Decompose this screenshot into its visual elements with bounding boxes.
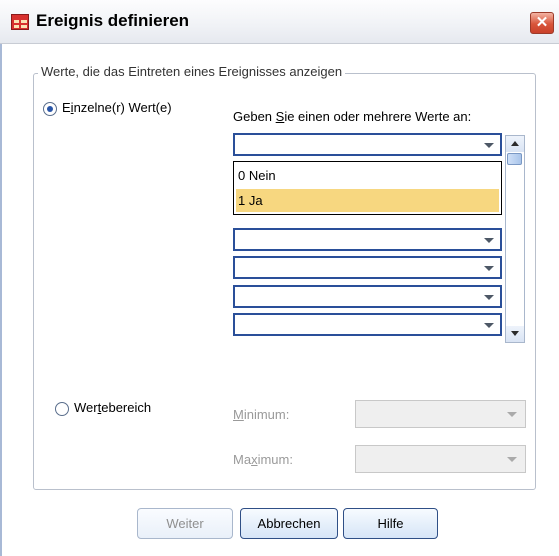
- title-bar: Ereignis definieren ✕: [0, 0, 559, 44]
- arrow-up-icon: [511, 141, 519, 146]
- scroll-up-button[interactable]: [506, 136, 524, 152]
- value-range-label: Wertebereich: [74, 400, 152, 415]
- minimum-label: Minimum:: [233, 407, 290, 422]
- help-button[interactable]: Hilfe: [343, 508, 438, 539]
- value-combo-5[interactable]: [233, 313, 502, 336]
- value-combo-2[interactable]: [233, 228, 502, 251]
- spss-table-icon: [11, 14, 29, 30]
- cancel-button[interactable]: Abbrechen: [240, 508, 338, 539]
- value-combo-3[interactable]: [233, 256, 502, 279]
- scroll-thumb[interactable]: [507, 153, 522, 165]
- continue-button[interactable]: Weiter: [137, 508, 233, 539]
- dropdown-option-0-nein[interactable]: 0 Nein: [236, 164, 499, 187]
- maximum-label: Maximum:: [233, 452, 293, 467]
- scroll-down-button[interactable]: [506, 326, 524, 342]
- value-combo-4[interactable]: [233, 285, 502, 308]
- single-values-radio[interactable]: [43, 102, 57, 116]
- window-frame-edge: [0, 44, 2, 556]
- value-combo-1[interactable]: [233, 133, 502, 156]
- arrow-down-icon: [511, 331, 519, 336]
- chevron-down-icon[interactable]: [484, 295, 494, 300]
- single-values-label: Einzelne(r) Wert(e): [62, 100, 172, 115]
- chevron-down-icon[interactable]: [507, 412, 517, 417]
- close-icon: ✕: [535, 14, 549, 31]
- value-range-radio[interactable]: [55, 402, 69, 416]
- values-scrollbar[interactable]: [505, 135, 525, 343]
- minimum-combo[interactable]: [355, 400, 526, 428]
- chevron-down-icon[interactable]: [507, 457, 517, 462]
- chevron-down-icon[interactable]: [484, 266, 494, 271]
- groupbox-legend: Werte, die das Eintreten eines Ereigniss…: [38, 64, 346, 79]
- chevron-down-icon[interactable]: [484, 238, 494, 243]
- maximum-combo[interactable]: [355, 445, 526, 473]
- dropdown-option-1-ja[interactable]: 1 Ja: [236, 189, 499, 212]
- values-instruction: Geben Sie einen oder mehrere Werte an:: [233, 109, 472, 124]
- scroll-track[interactable]: [506, 152, 524, 326]
- close-button[interactable]: ✕: [530, 12, 554, 34]
- window-title: Ereignis definieren: [36, 11, 190, 30]
- value-dropdown-list[interactable]: 0 Nein 1 Ja: [233, 161, 502, 215]
- chevron-down-icon[interactable]: [484, 323, 494, 328]
- chevron-down-icon[interactable]: [484, 143, 494, 148]
